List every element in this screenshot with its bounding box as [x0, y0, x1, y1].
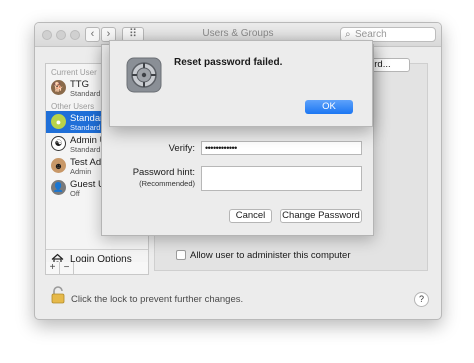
user-role: Standard — [70, 145, 101, 154]
current-user-header: Current User — [51, 68, 97, 77]
dog-avatar-icon: 🐕 — [51, 80, 66, 95]
search-icon: ⌕ — [345, 29, 351, 40]
admin-checkbox-label: Allow user to administer this computer — [190, 250, 351, 261]
password-hint-label: Password hint: — [132, 167, 195, 178]
add-remove-bar: + − — [45, 262, 149, 275]
face-avatar-icon: ☻ — [51, 158, 66, 173]
guest-avatar-icon: 👤 — [51, 180, 66, 195]
user-role: Standard — [70, 123, 101, 132]
tennis-ball-avatar-icon: ● — [51, 114, 66, 129]
password-hint-sublabel: (Recommended) — [139, 179, 195, 188]
reset-password-alert: Reset password failed. OK — [109, 40, 373, 127]
ok-button[interactable]: OK — [305, 100, 353, 114]
change-password-confirm-button[interactable]: Change Password — [280, 209, 362, 223]
remove-user-button[interactable]: − — [60, 262, 74, 274]
user-role: Off — [70, 189, 80, 198]
user-role: Standard — [70, 89, 101, 98]
cancel-button[interactable]: Cancel — [229, 209, 272, 223]
admin-checkbox[interactable] — [176, 250, 186, 260]
user-role: Admin — [70, 167, 92, 176]
verify-label: Verify: — [168, 143, 195, 154]
lock-message: Click the lock to prevent further change… — [71, 294, 244, 305]
help-button[interactable]: ? — [414, 292, 429, 307]
lock-icon[interactable] — [51, 286, 65, 304]
yin-yang-avatar-icon: ☯ — [51, 136, 66, 151]
system-preferences-icon — [126, 57, 162, 93]
other-users-header: Other Users — [51, 102, 95, 111]
alert-title: Reset password failed. — [174, 57, 283, 68]
password-hint-field[interactable] — [201, 166, 362, 191]
add-user-button[interactable]: + — [46, 262, 60, 274]
verify-field[interactable]: •••••••••••• — [201, 141, 362, 155]
